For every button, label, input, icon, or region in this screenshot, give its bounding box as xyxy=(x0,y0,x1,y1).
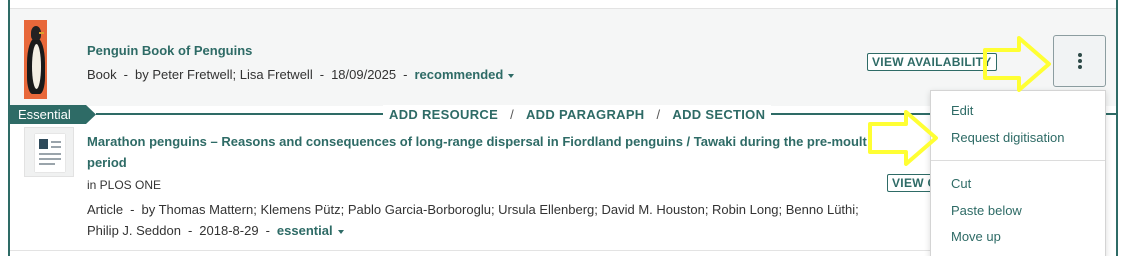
highlight-arrow-icon xyxy=(868,110,938,166)
view-availability-button[interactable]: VIEW C xyxy=(887,174,932,192)
caret-down-icon xyxy=(337,229,344,234)
item-metadata: Book - by Peter Fretwell; Lisa Fretwell -18… xyxy=(87,67,515,82)
more-options-button[interactable] xyxy=(1053,35,1106,87)
add-section-button[interactable]: ADD SECTION xyxy=(672,107,765,122)
item-title-link[interactable]: Marathon penguins – Reasons and conseque… xyxy=(87,131,877,173)
item-metadata: Article - by Thomas Mattern; Klemens Pütz;… xyxy=(87,202,859,238)
menu-item-request-digitisation[interactable]: Request digitisation xyxy=(951,130,1064,145)
resource-type: Book xyxy=(87,67,117,82)
add-resource-button[interactable]: ADD RESOURCE xyxy=(389,107,498,122)
item-title-link[interactable]: Penguin Book of Penguins xyxy=(87,43,252,58)
importance-dropdown[interactable]: recommended xyxy=(414,67,515,82)
item-source: in PLOS ONE xyxy=(87,178,162,192)
menu-item-move-up[interactable]: Move up xyxy=(951,229,1001,244)
caret-down-icon xyxy=(508,73,515,78)
date: 2018-8-29 xyxy=(199,223,259,238)
bottom-divider xyxy=(10,250,930,251)
book-cover-icon[interactable] xyxy=(24,20,47,99)
article-document-icon[interactable] xyxy=(24,127,74,177)
item-actions-menu: Edit Request digitisation Cut Paste belo… xyxy=(930,90,1106,256)
resource-type: Article xyxy=(87,202,124,217)
menu-item-edit[interactable]: Edit xyxy=(951,103,973,118)
add-paragraph-button[interactable]: ADD PARAGRAPH xyxy=(526,107,645,122)
importance-dropdown[interactable]: essential xyxy=(277,223,344,238)
kebab-dot-icon xyxy=(1077,53,1082,57)
menu-item-cut[interactable]: Cut xyxy=(951,176,971,191)
highlight-arrow-icon xyxy=(983,36,1051,92)
authors: by Peter Fretwell; Lisa Fretwell xyxy=(134,67,313,82)
essential-section-flag: Essential xyxy=(8,105,96,124)
menu-item-paste-below[interactable]: Paste below xyxy=(951,203,1022,218)
date: 18/09/2025 xyxy=(331,67,397,82)
view-availability-button[interactable]: VIEW AVAILABILITY xyxy=(867,53,997,71)
add-bar: ADD RESOURCE / ADD PARAGRAPH / ADD SECTI… xyxy=(383,105,772,123)
menu-divider xyxy=(931,160,1105,161)
